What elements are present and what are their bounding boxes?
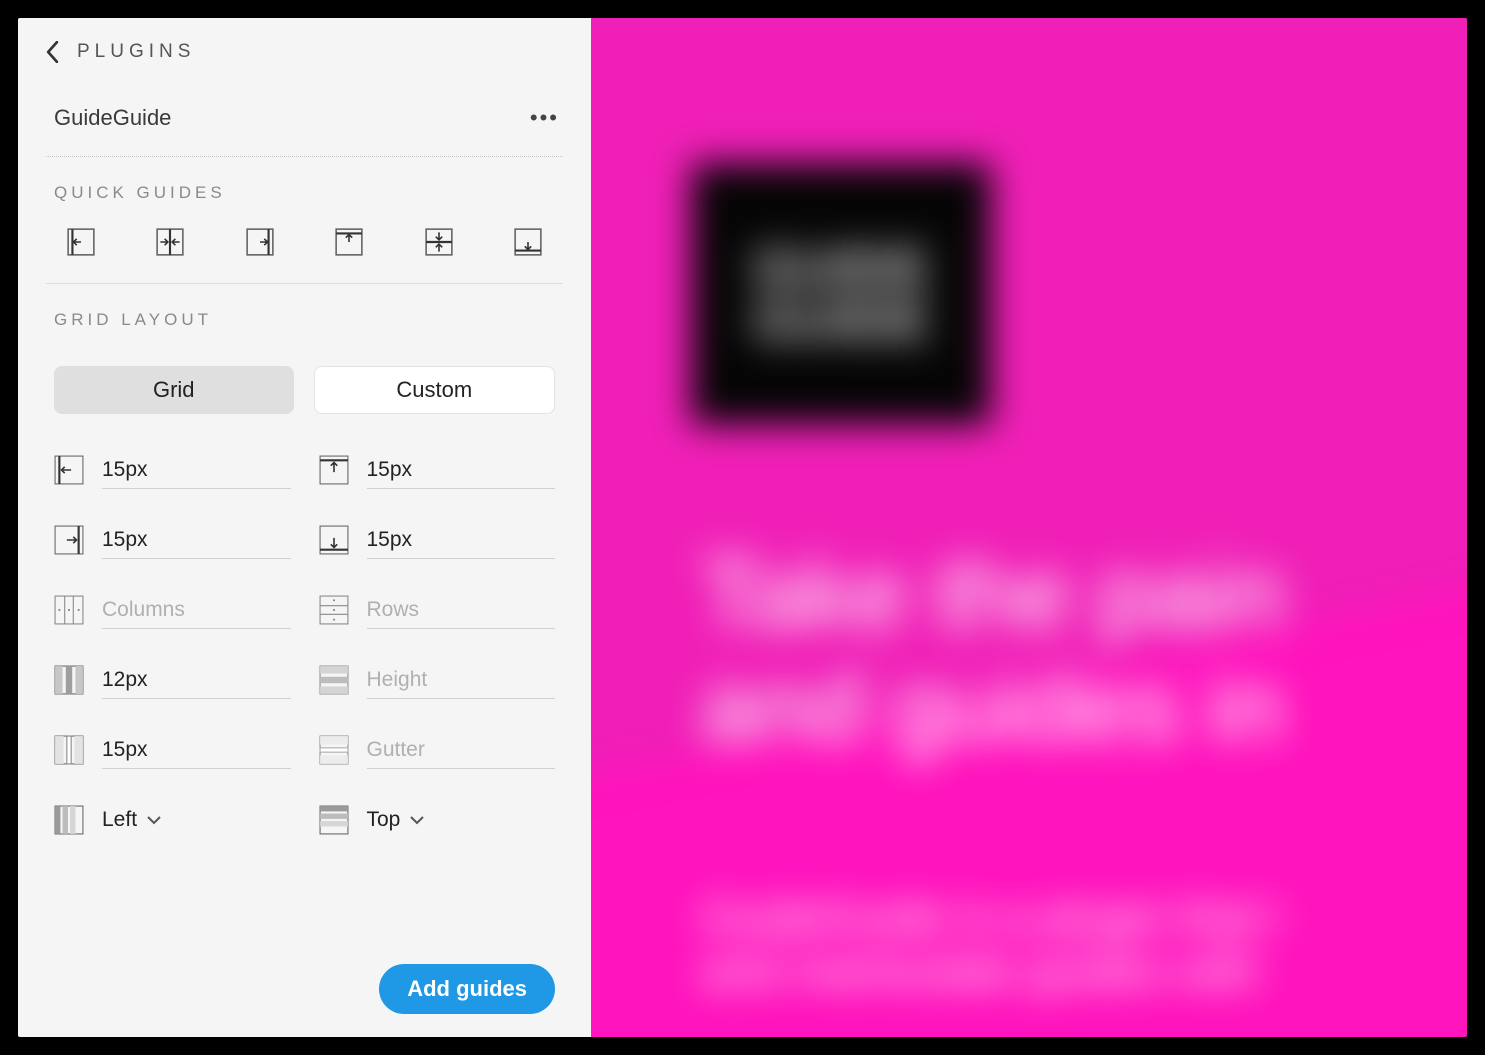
row-height-input[interactable] (367, 668, 556, 692)
h-align-icon (54, 805, 84, 835)
rows-input[interactable] (367, 598, 556, 622)
more-icon[interactable]: ••• (530, 105, 559, 131)
v-align-icon (319, 805, 349, 835)
margin-top-input[interactable] (367, 458, 556, 482)
nav-back-label: PLUGINS (77, 41, 195, 63)
add-guides-button[interactable]: Add guides (379, 964, 555, 1014)
plugin-header: GuideGuide ••• (18, 86, 591, 150)
quick-guides-row (18, 217, 591, 283)
margin-top-icon (319, 455, 349, 485)
grid-mode-toggle: Grid Custom (18, 344, 591, 426)
h-align-select[interactable]: Left (102, 808, 161, 832)
canvas-preview: GUIDE GUIDE Take the pain and guides in … (591, 18, 1467, 1037)
rows-icon (319, 595, 349, 625)
margin-right-input[interactable] (102, 528, 291, 552)
margin-bottom-icon (319, 525, 349, 555)
margin-bottom-input[interactable] (367, 528, 556, 552)
columns-icon (54, 595, 84, 625)
tab-grid[interactable]: Grid (54, 366, 294, 414)
row-gutter-input[interactable] (367, 738, 556, 762)
row-gutter-icon (319, 735, 349, 765)
quick-guide-h-center[interactable] (153, 225, 187, 259)
column-width-input[interactable] (102, 668, 291, 692)
row-height-icon (319, 665, 349, 695)
column-gutter-input[interactable] (102, 738, 291, 762)
columns-input[interactable] (102, 598, 291, 622)
canvas-subtext: GuideGuide is a plugin that l and maniou… (701, 890, 1279, 998)
column-width-icon (54, 665, 84, 695)
quick-guide-top[interactable] (332, 225, 366, 259)
v-align-select[interactable]: Top (367, 808, 425, 832)
canvas-heading: Take the pain and guides in (701, 538, 1284, 763)
chevron-left-icon (46, 41, 59, 63)
quick-guide-bottom[interactable] (511, 225, 545, 259)
tab-custom[interactable]: Custom (314, 366, 556, 414)
margin-left-input[interactable] (102, 458, 291, 482)
chevron-down-icon (147, 816, 161, 825)
section-quick-guides-label: QUICK GUIDES (18, 157, 591, 217)
quick-guide-right[interactable] (243, 225, 277, 259)
h-align-value: Left (102, 808, 137, 832)
section-grid-layout-label: GRID LAYOUT (18, 284, 591, 344)
column-gutter-icon (54, 735, 84, 765)
quick-guide-v-center[interactable] (422, 225, 456, 259)
canvas-logo: GUIDE GUIDE (691, 163, 991, 425)
plugin-panel: PLUGINS GuideGuide ••• QUICK GUIDES (18, 18, 591, 1037)
plugin-name: GuideGuide (54, 105, 171, 131)
quick-guide-left[interactable] (64, 225, 98, 259)
breadcrumb[interactable]: PLUGINS (18, 18, 591, 86)
margin-right-icon (54, 525, 84, 555)
v-align-value: Top (367, 808, 401, 832)
margin-left-icon (54, 455, 84, 485)
chevron-down-icon (410, 816, 424, 825)
